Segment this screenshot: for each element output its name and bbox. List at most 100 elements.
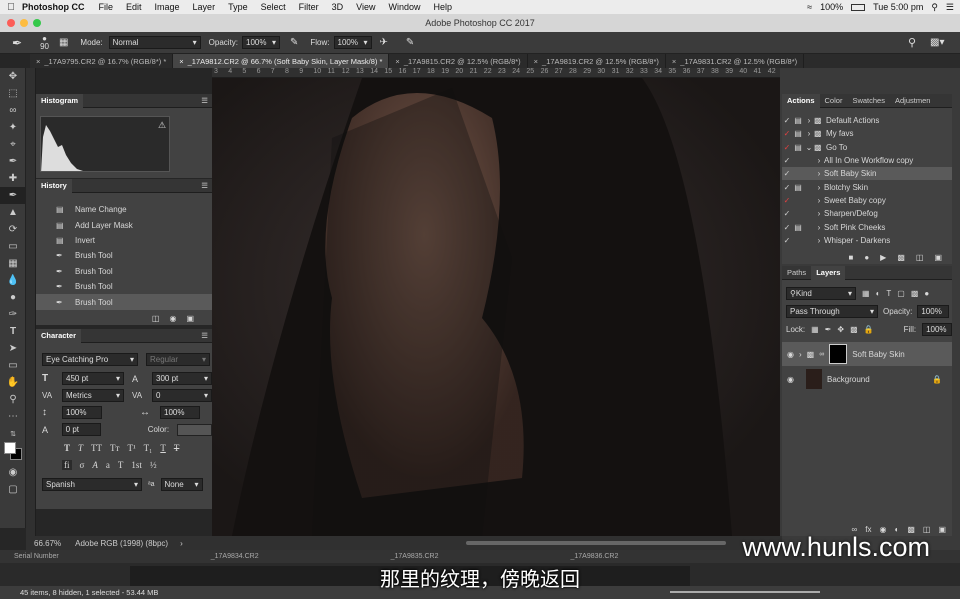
faux-bold-icon[interactable]: T <box>64 443 70 453</box>
eye-icon[interactable]: ◉ <box>787 375 794 384</box>
menu-file[interactable]: File <box>99 2 114 12</box>
close-tab-icon[interactable]: × <box>672 57 676 66</box>
search-icon[interactable]: ⚲ <box>931 2 938 13</box>
hand-tool-icon[interactable]: ✋ <box>0 374 26 391</box>
chevron-down-icon[interactable]: ⌄ <box>804 143 814 152</box>
marquee-tool-icon[interactable]: ⬚ <box>0 85 26 102</box>
pressure-opacity-icon[interactable]: ✎ <box>290 37 298 48</box>
pen-tool-icon[interactable]: ✑ <box>0 306 26 323</box>
brush-size-picker[interactable]: ● 90 <box>40 34 49 51</box>
path-select-tool-icon[interactable]: ➤ <box>0 340 26 357</box>
trash-icon[interactable]: ▣ <box>934 253 942 262</box>
action-set-go-to[interactable]: ✓ ▤ ⌄ ▩ Go To <box>782 141 952 154</box>
lock-pixels-icon[interactable]: ▦ <box>811 325 819 334</box>
checkmark-icon[interactable]: ✓ <box>782 156 792 165</box>
pressure-size-icon[interactable]: ✎ <box>406 37 414 48</box>
checkmark-icon[interactable]: ✓ <box>782 183 792 192</box>
dialog-toggle-icon[interactable]: ▤ <box>792 183 804 192</box>
blend-mode-select[interactable]: Pass Through ▾ <box>786 305 878 318</box>
strikethrough-icon[interactable]: T <box>174 443 180 453</box>
foreground-color-swatch[interactable] <box>4 442 16 454</box>
swash-icon[interactable]: A <box>92 460 98 470</box>
wifi-icon[interactable]: ≈ <box>807 2 812 12</box>
layer-name[interactable]: Soft Baby Skin <box>852 350 904 359</box>
layer-thumbnail[interactable] <box>805 369 822 389</box>
menu-help[interactable]: Help <box>433 2 452 12</box>
clock[interactable]: Tue 5:00 pm <box>873 2 923 12</box>
checkmark-icon[interactable]: ✓ <box>782 223 792 232</box>
action-item[interactable]: ✓ › Whisper - Darkens <box>782 234 952 247</box>
chevron-right-icon[interactable]: › <box>804 129 814 138</box>
action-item-selected[interactable]: ✓ › Soft Baby Skin <box>782 167 952 181</box>
history-brush-tool-icon[interactable]: ⟳ <box>0 221 26 238</box>
cache-warning-icon[interactable]: ⚠ <box>158 120 166 131</box>
crop-tool-icon[interactable]: ⌖ <box>0 136 26 153</box>
checkmark-icon[interactable]: ✓ <box>782 196 792 205</box>
text-color-swatch[interactable] <box>177 423 213 436</box>
leading-field[interactable]: 300 pt ▾ <box>152 372 212 385</box>
action-item[interactable]: ✓ ▤ › Soft Pink Cheeks <box>782 220 952 233</box>
stylistic-alt-icon[interactable]: a <box>106 460 110 470</box>
small-caps-icon[interactable]: Tт <box>110 443 119 453</box>
new-set-icon[interactable]: ▩ <box>897 253 905 262</box>
history-item[interactable]: ▤ Name Change <box>36 202 212 217</box>
opacity-field[interactable]: 100% ▾ <box>242 36 280 49</box>
history-item-selected[interactable]: ✒ Brush Tool <box>36 294 212 310</box>
tab-document-4[interactable]: × _17A9819.CR2 @ 12.5% (RGB/8*) <box>528 54 666 68</box>
battery-icon[interactable] <box>851 3 866 11</box>
zoom-tool-icon[interactable]: ⚲ <box>0 391 26 408</box>
tracking-field[interactable]: 0 ▾ <box>152 389 212 402</box>
list-icon[interactable]: ☰ <box>946 2 954 13</box>
healing-tool-icon[interactable]: ✚ <box>0 170 26 187</box>
flow-field[interactable]: 100% ▾ <box>333 36 372 49</box>
smart-object-filter-icon[interactable]: ▩ <box>911 289 919 298</box>
all-caps-icon[interactable]: TT <box>91 443 102 453</box>
dialog-toggle-icon[interactable]: ▤ <box>792 223 804 232</box>
tab-layers[interactable]: Layers <box>811 265 846 280</box>
chevron-right-icon[interactable]: › <box>804 116 814 125</box>
layer-opacity-field[interactable]: 100% <box>917 305 950 318</box>
subscript-icon[interactable]: T₁ <box>144 443 153 453</box>
tab-color[interactable]: Color <box>820 94 848 108</box>
font-size-field[interactable]: 450 pt ▾ <box>62 372 124 385</box>
chevron-right-icon[interactable]: › <box>814 196 824 205</box>
history-item[interactable]: ▤ Invert <box>36 233 212 248</box>
trash-icon[interactable]: ▣ <box>186 314 194 323</box>
vertical-scale-field[interactable]: 100% <box>62 406 102 419</box>
tab-document-1[interactable]: × _17A9795.CR2 @ 16.7% (RGB/8*) * <box>30 54 174 68</box>
checkmark-icon[interactable]: ✓ <box>782 209 792 218</box>
menu-window[interactable]: Window <box>388 2 420 12</box>
chevron-right-icon[interactable]: › <box>799 350 802 359</box>
superscript-icon[interactable]: T¹ <box>127 443 135 453</box>
font-family-select[interactable]: Eye Catching Pro ▾ <box>42 353 138 366</box>
chevron-right-icon[interactable]: › <box>814 209 824 218</box>
language-select[interactable]: Spanish ▾ <box>42 478 142 491</box>
tab-document-2[interactable]: × _17A9812.CR2 @ 66.7% (Soft Baby Skin, L… <box>173 54 390 68</box>
layer-row[interactable]: ◉ Background 🔒 <box>782 366 952 392</box>
link-icon[interactable]: ∞ <box>819 351 824 358</box>
layer-row-selected[interactable]: ◉ › ▩ ∞ Soft Baby Skin <box>782 342 952 366</box>
lock-image-icon[interactable]: ✒ <box>825 325 832 334</box>
checkmark-icon[interactable]: ✓ <box>782 236 792 245</box>
horizontal-scale-field[interactable]: 100% <box>160 406 200 419</box>
chevron-right-icon[interactable]: › <box>814 156 824 165</box>
tab-swatches[interactable]: Swatches <box>847 94 890 108</box>
swap-colors-icon[interactable]: ⇅ <box>0 425 26 442</box>
dialog-toggle-icon[interactable]: ▤ <box>792 116 804 125</box>
dodge-tool-icon[interactable]: ● <box>0 289 26 306</box>
eraser-tool-icon[interactable]: ▭ <box>0 238 26 255</box>
lock-artboard-icon[interactable]: ▩ <box>850 325 858 334</box>
panel-menu-icon[interactable]: ☰ <box>201 331 208 340</box>
close-tab-icon[interactable]: × <box>36 57 40 66</box>
tab-document-5[interactable]: × _17A9831.CR2 @ 12.5% (RGB/8*) <box>666 54 805 68</box>
checkmark-icon[interactable]: ✓ <box>782 143 792 152</box>
trash-icon[interactable]: ▣ <box>938 525 946 534</box>
menu-view[interactable]: View <box>356 2 375 12</box>
baseline-shift-field[interactable]: 0 pt <box>61 423 101 436</box>
menu-edit[interactable]: Edit <box>126 2 142 12</box>
more-tools-icon[interactable]: ⋯ <box>0 408 26 425</box>
camera-icon[interactable]: ◉ <box>169 314 176 323</box>
history-item[interactable]: ✒ Brush Tool <box>36 264 212 279</box>
quick-mask-icon[interactable]: ◉ <box>0 464 26 481</box>
record-icon[interactable]: ● <box>864 253 869 262</box>
